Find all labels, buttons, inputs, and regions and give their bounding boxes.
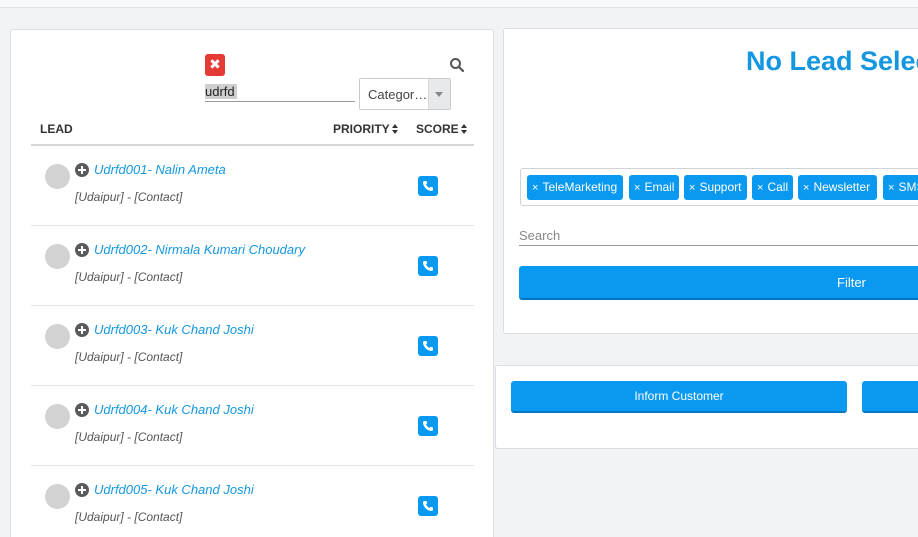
phone-icon <box>423 181 433 191</box>
table-row[interactable]: Udrfd003- Kuk Chand Joshi [Udaipur] - [C… <box>31 306 474 386</box>
call-button[interactable] <box>418 496 438 516</box>
lead-meta: [Udaipur] - [Contact] <box>75 510 183 524</box>
sort-icon[interactable] <box>460 124 468 134</box>
avatar <box>45 164 70 189</box>
table-row[interactable]: Udrfd004- Kuk Chand Joshi [Udaipur] - [C… <box>31 386 474 466</box>
channel-tag-input[interactable]: × TeleMarketing × Email × Support × Call × Ne… <box>520 168 918 206</box>
filter-search-placeholder: Search <box>519 228 561 243</box>
tag-remove-icon[interactable]: × <box>634 182 640 194</box>
expand-plus-icon[interactable] <box>75 323 89 337</box>
lead-name-link[interactable]: Udrfd004- Kuk Chand Joshi <box>94 402 254 417</box>
phone-icon <box>423 501 433 511</box>
table-row[interactable]: Udrfd005- Kuk Chand Joshi [Udaipur] - [C… <box>31 466 474 537</box>
filter-button-label: Filter <box>837 275 866 290</box>
category-select-toggle[interactable] <box>428 79 450 109</box>
category-select[interactable]: Categor… <box>359 78 451 110</box>
lead-name-link[interactable]: Udrfd003- Kuk Chand Joshi <box>94 322 254 337</box>
tag-label: Support <box>699 180 742 194</box>
category-select-label: Categor… <box>368 87 428 102</box>
column-header-score-label: SCORE <box>416 122 459 136</box>
expand-plus-icon[interactable] <box>75 243 89 257</box>
avatar <box>45 324 70 349</box>
tag-remove-icon[interactable]: × <box>757 182 763 194</box>
top-bar <box>0 0 918 8</box>
lead-meta: [Udaipur] - [Contact] <box>75 190 183 204</box>
phone-icon <box>423 341 433 351</box>
actions-panel: Inform Customer <box>495 365 918 449</box>
no-lead-title: No Lead Selec <box>746 46 918 76</box>
tag-email: × Email <box>629 175 679 200</box>
inform-customer-button[interactable]: Inform Customer <box>511 381 847 413</box>
chevron-down-icon <box>435 92 443 97</box>
call-button[interactable] <box>418 336 438 356</box>
tag-support: × Support <box>684 175 747 200</box>
phone-icon <box>423 261 433 271</box>
tag-remove-icon[interactable]: × <box>888 182 894 194</box>
tag-call: × Call <box>752 175 793 200</box>
phone-icon <box>423 421 433 431</box>
avatar <box>45 244 70 269</box>
lead-meta: [Udaipur] - [Contact] <box>75 430 183 444</box>
expand-plus-icon[interactable] <box>75 163 89 177</box>
lead-name-link[interactable]: Udrfd002- Nirmala Kumari Choudary <box>94 242 305 257</box>
tag-label: SMS <box>898 180 918 194</box>
tag-remove-icon[interactable]: × <box>803 182 809 194</box>
column-header-priority-label: PRIORITY <box>333 122 390 136</box>
lead-name-link[interactable]: Udrfd001- Nalin Ameta <box>94 162 226 177</box>
filter-search-input[interactable]: Search <box>519 228 918 246</box>
tag-label: TeleMarketing <box>542 180 618 194</box>
tag-newsletter: × Newsletter <box>798 175 877 200</box>
tag-remove-icon[interactable]: × <box>532 182 538 194</box>
call-button[interactable] <box>418 256 438 276</box>
secondary-action-button[interactable] <box>862 381 918 413</box>
call-button[interactable] <box>418 416 438 436</box>
lead-name-link[interactable]: Udrfd005- Kuk Chand Joshi <box>94 482 254 497</box>
clear-search-button[interactable]: ✖ <box>205 54 225 76</box>
tag-remove-icon[interactable]: × <box>689 182 695 194</box>
lead-meta: [Udaipur] - [Contact] <box>75 350 183 364</box>
column-header-lead[interactable]: LEAD <box>40 122 73 136</box>
expand-plus-icon[interactable] <box>75 403 89 417</box>
search-icon[interactable] <box>449 57 465 73</box>
lead-detail-panel: No Lead Selec × TeleMarketing × Email × Sup… <box>503 28 918 334</box>
lead-search-input[interactable] <box>205 82 355 102</box>
table-row[interactable]: Udrfd001- Nalin Ameta [Udaipur] - [Conta… <box>31 146 474 226</box>
call-button[interactable] <box>418 176 438 196</box>
inform-customer-label: Inform Customer <box>634 389 724 403</box>
lead-list-panel: ✖ Categor… LEAD PRIORITY SCORE Udrfd001-… <box>10 29 494 537</box>
sort-icon[interactable] <box>391 124 399 134</box>
filter-button[interactable]: Filter <box>519 266 918 300</box>
tag-label: Call <box>767 180 789 194</box>
column-header-score[interactable]: SCORE <box>416 122 468 136</box>
tag-telemarketing: × TeleMarketing <box>527 175 623 200</box>
avatar <box>45 484 70 509</box>
column-header-priority[interactable]: PRIORITY <box>333 122 399 136</box>
tag-label: Newsletter <box>813 180 871 194</box>
expand-plus-icon[interactable] <box>75 483 89 497</box>
table-row[interactable]: Udrfd002- Nirmala Kumari Choudary [Udaip… <box>31 226 474 306</box>
lead-table-header: LEAD PRIORITY SCORE <box>31 114 474 146</box>
avatar <box>45 404 70 429</box>
tag-label: Email <box>644 180 675 194</box>
tag-sms: × SMS <box>883 175 918 200</box>
lead-meta: [Udaipur] - [Contact] <box>75 270 183 284</box>
